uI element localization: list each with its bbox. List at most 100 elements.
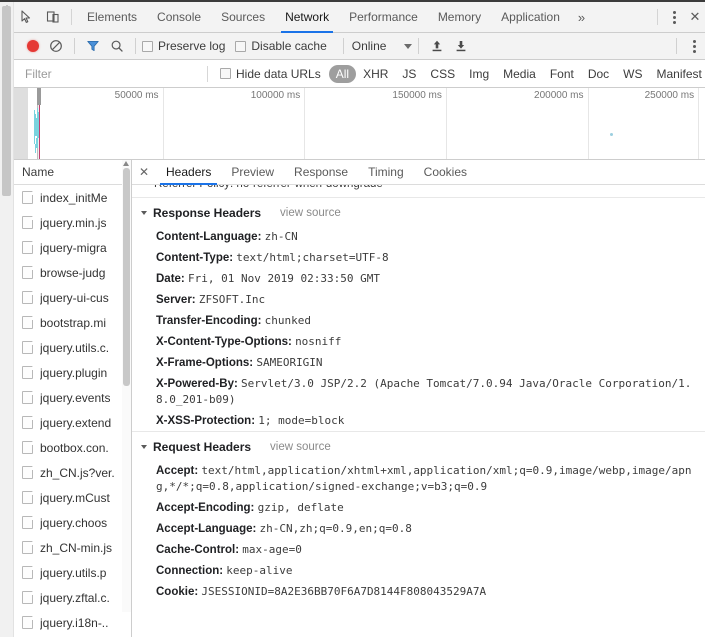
document-icon (22, 541, 33, 554)
request-list-header[interactable]: Name (14, 160, 131, 185)
header-value: zh-CN (265, 230, 298, 243)
request-row[interactable]: bootbox.con. (14, 435, 131, 460)
request-row[interactable]: jquery.utils.c. (14, 335, 131, 360)
close-devtools-icon[interactable]: ✕ (685, 4, 705, 30)
collapse-triangle-icon[interactable] (141, 211, 147, 215)
tab-preview[interactable]: Preview (221, 160, 284, 185)
tab-response[interactable]: Response (284, 160, 358, 185)
request-row[interactable]: jquery.choos (14, 510, 131, 535)
overview-load-marker (39, 105, 40, 160)
header-key: Accept-Language: (156, 523, 256, 535)
hide-data-urls-checkbox[interactable]: Hide data URLs (220, 67, 321, 81)
request-name: browse-judg (40, 266, 105, 280)
tab-label: Elements (87, 10, 137, 24)
type-filter-css[interactable]: CSS (423, 65, 462, 83)
detail-tabstrip: ✕ Headers Preview Response Timing Cookie… (132, 160, 705, 185)
request-view-source-link[interactable]: view source (270, 441, 331, 453)
type-filter-media[interactable]: Media (496, 65, 543, 83)
tab-label: Headers (166, 165, 211, 179)
request-row[interactable]: jquery.mCust (14, 485, 131, 510)
import-har-icon[interactable] (425, 34, 449, 58)
request-row[interactable]: zh_CN-min.js (14, 535, 131, 560)
header-entry: Content-Language: zh-CN (132, 226, 705, 247)
overview-tick-line (446, 88, 447, 160)
type-filter-doc[interactable]: Doc (581, 65, 616, 83)
request-row[interactable]: jquery.zftal.c. (14, 585, 131, 610)
request-list-scrollbar-thumb[interactable] (123, 168, 130, 386)
request-row[interactable]: jquery-ui-cus (14, 285, 131, 310)
tab-label: Sources (221, 10, 265, 24)
type-filter-all[interactable]: All (329, 65, 356, 83)
disable-cache-checkbox[interactable]: Disable cache (235, 39, 326, 53)
request-row[interactable]: browse-judg (14, 260, 131, 285)
clear-network-log-icon[interactable] (44, 34, 68, 58)
chevron-down-icon[interactable] (404, 44, 412, 49)
response-headers-section-header[interactable]: Response Headers view source (132, 197, 705, 226)
checkbox-box[interactable] (220, 68, 231, 79)
request-row[interactable]: jquery.i18n-.. (14, 610, 131, 635)
tab-headers[interactable]: Headers (156, 160, 221, 185)
close-detail-icon[interactable]: ✕ (132, 160, 156, 185)
header-value: Fri, 01 Nov 2019 02:33:50 GMT (188, 272, 380, 285)
type-filter-xhr[interactable]: XHR (356, 65, 395, 83)
network-settings-icon[interactable] (683, 33, 705, 59)
export-har-icon[interactable] (449, 34, 473, 58)
document-icon (22, 266, 33, 279)
tab-label: Console (157, 10, 201, 24)
tab-timing[interactable]: Timing (358, 160, 414, 185)
header-entry: Accept-Encoding: gzip, deflate (132, 497, 705, 518)
request-headers-section-header[interactable]: Request Headers view source (132, 431, 705, 460)
page-scrollbar[interactable] (0, 2, 14, 637)
record-button-icon[interactable] (22, 35, 44, 57)
request-row[interactable]: bootstrap.mi (14, 310, 131, 335)
toolbar-divider-3 (343, 38, 344, 54)
tab-memory[interactable]: Memory (428, 2, 491, 33)
request-row[interactable]: jquery.plugin (14, 360, 131, 385)
tab-elements[interactable]: Elements (77, 2, 147, 33)
filter-input[interactable] (24, 64, 199, 83)
tab-performance[interactable]: Performance (339, 2, 428, 33)
request-row[interactable]: jquery.utils.p (14, 560, 131, 585)
tabstrip-divider-2 (657, 9, 658, 25)
collapse-triangle-icon[interactable] (141, 445, 147, 449)
devtools-settings-menu-icon[interactable] (663, 4, 685, 30)
inspect-element-icon[interactable] (14, 4, 40, 30)
tab-cookies[interactable]: Cookies (414, 160, 477, 185)
request-list-scrollbar[interactable] (122, 160, 131, 612)
header-entry: Accept-Language: zh-CN,zh;q=0.9,en;q=0.8 (132, 518, 705, 539)
type-filter-img[interactable]: Img (462, 65, 496, 83)
tabstrip-right-controls: ✕ (652, 2, 705, 33)
type-filter-ws[interactable]: WS (616, 65, 649, 83)
scroll-up-arrow-icon[interactable] (123, 161, 129, 166)
header-key: Accept: (156, 465, 198, 477)
request-row[interactable]: zh_CN.js?ver. (14, 460, 131, 485)
throttling-select[interactable]: Online (352, 39, 413, 53)
response-view-source-link[interactable]: view source (280, 207, 341, 219)
request-row[interactable]: jquery-migra (14, 235, 131, 260)
preserve-log-checkbox[interactable]: Preserve log (142, 39, 225, 53)
tab-sources[interactable]: Sources (211, 2, 275, 33)
toolbar-divider-5 (676, 38, 677, 54)
device-toolbar-icon[interactable] (40, 4, 66, 30)
tab-console[interactable]: Console (147, 2, 211, 33)
type-filter-font[interactable]: Font (543, 65, 581, 83)
network-overview-timeline[interactable]: 50000 ms100000 ms150000 ms200000 ms25000… (14, 88, 705, 160)
request-row[interactable]: jquery.min.js (14, 210, 131, 235)
filter-icon[interactable] (81, 34, 105, 58)
request-name: jquery-ui-cus (40, 291, 109, 305)
request-row[interactable]: index_initMe (14, 185, 131, 210)
search-icon[interactable] (105, 34, 129, 58)
request-row[interactable]: jquery.events (14, 385, 131, 410)
checkbox-box[interactable] (142, 41, 153, 52)
tab-network[interactable]: Network (275, 2, 339, 33)
page-scrollbar-thumb[interactable] (2, 6, 11, 196)
tab-application[interactable]: Application (491, 2, 570, 33)
type-filter-js[interactable]: JS (395, 65, 423, 83)
devtools-panel: Elements Console Sources Network Perform… (14, 2, 705, 637)
overview-tick-line (698, 88, 699, 160)
resource-type-filters: All XHR JS CSS Img Media Font Doc WS Man… (329, 65, 705, 83)
more-tabs-icon[interactable]: » (570, 2, 593, 33)
type-filter-manifest[interactable]: Manifest (650, 65, 705, 83)
request-row[interactable]: jquery.extend (14, 410, 131, 435)
checkbox-box[interactable] (235, 41, 246, 52)
